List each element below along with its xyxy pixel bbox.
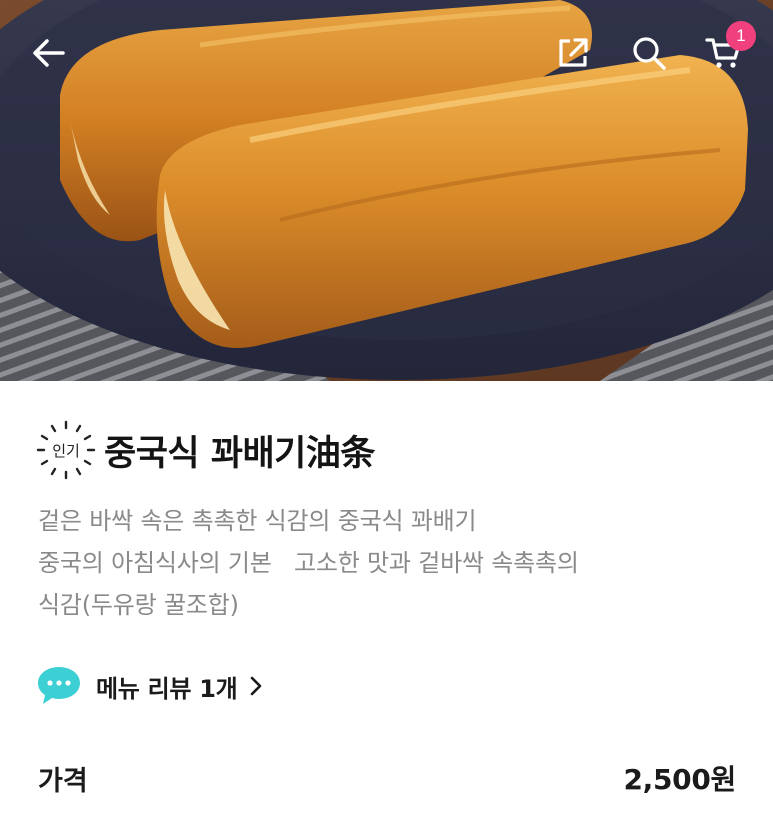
- price-label: 가격: [38, 765, 88, 797]
- popular-badge: 인기: [34, 418, 98, 482]
- chevron-right-icon: [249, 675, 263, 697]
- share-button[interactable]: [548, 28, 598, 78]
- share-icon: [559, 38, 588, 67]
- search-button[interactable]: [624, 28, 674, 78]
- description-line: 겉은 바싹 속은 촉촉한 식감의 중국식 꽈배기: [38, 507, 477, 535]
- popular-badge-label: 인기: [52, 441, 80, 460]
- description-line: 중국의 아침식사의 기본 고소한 맛과 겉바싹 속촉촉의: [38, 549, 579, 577]
- description-line: 식감(두유랑 꿀조합): [38, 591, 239, 619]
- menu-review-link[interactable]: 메뉴 리뷰 1개: [36, 664, 263, 708]
- title-row: 인기 중국식 꽈배기油条: [34, 418, 375, 482]
- top-bar: 1: [0, 0, 773, 105]
- product-title: 중국식 꽈배기油条: [104, 433, 375, 474]
- product-description: 겉은 바싹 속은 촉촉한 식감의 중국식 꽈배기 중국의 아침식사의 기본 고소…: [38, 500, 738, 626]
- menu-review-label: 메뉴 리뷰 1개: [96, 674, 238, 703]
- price-value: 2,500원: [623, 763, 736, 796]
- arrow-left-icon: [33, 39, 65, 67]
- price-row: 가격 2,500원: [38, 756, 736, 800]
- back-button[interactable]: [24, 28, 74, 78]
- cart-count-badge: 1: [726, 21, 756, 51]
- chat-bubble-icon: [38, 667, 80, 704]
- search-icon: [633, 37, 666, 70]
